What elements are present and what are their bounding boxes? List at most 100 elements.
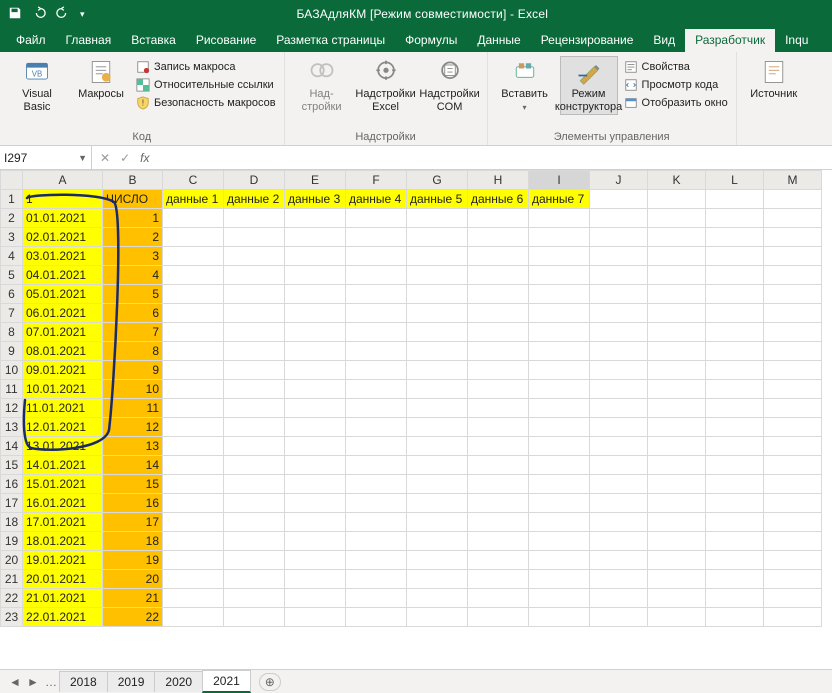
cell[interactable]: 02.01.2021 xyxy=(23,228,103,247)
cell[interactable] xyxy=(706,304,764,323)
cell[interactable] xyxy=(468,342,529,361)
worksheet-grid[interactable]: ABCDEFGHIJKLM11ЧИСЛОданные 1данные 2данн… xyxy=(0,170,832,669)
cell[interactable] xyxy=(163,342,224,361)
cell[interactable] xyxy=(590,513,648,532)
tab-home[interactable]: Главная xyxy=(56,29,122,52)
cell[interactable] xyxy=(529,266,590,285)
row-header[interactable]: 21 xyxy=(1,570,23,589)
row-header[interactable]: 14 xyxy=(1,437,23,456)
cell[interactable] xyxy=(407,437,468,456)
cell[interactable]: 19 xyxy=(103,551,163,570)
col-header-I[interactable]: I xyxy=(529,171,590,190)
sheet-list-button[interactable]: … xyxy=(42,675,60,689)
cell[interactable] xyxy=(764,589,822,608)
cell[interactable] xyxy=(590,190,648,209)
cell[interactable] xyxy=(590,456,648,475)
cell[interactable] xyxy=(346,342,407,361)
cell[interactable] xyxy=(529,475,590,494)
cell[interactable] xyxy=(468,266,529,285)
cell[interactable] xyxy=(764,475,822,494)
cell[interactable]: 08.01.2021 xyxy=(23,342,103,361)
cell[interactable] xyxy=(346,532,407,551)
cell[interactable] xyxy=(590,361,648,380)
cell[interactable] xyxy=(706,399,764,418)
row-header[interactable]: 20 xyxy=(1,551,23,570)
cell[interactable] xyxy=(224,304,285,323)
cell[interactable] xyxy=(468,513,529,532)
cell[interactable] xyxy=(163,456,224,475)
cell[interactable]: данные 7 xyxy=(529,190,590,209)
cell[interactable] xyxy=(285,399,346,418)
row-header[interactable]: 5 xyxy=(1,266,23,285)
cell[interactable] xyxy=(529,608,590,627)
sheet-tab-2020[interactable]: 2020 xyxy=(154,671,203,692)
cell[interactable] xyxy=(224,532,285,551)
cell[interactable] xyxy=(590,266,648,285)
cell[interactable] xyxy=(285,494,346,513)
cell[interactable] xyxy=(706,285,764,304)
cell[interactable] xyxy=(163,266,224,285)
cell[interactable] xyxy=(706,475,764,494)
chevron-down-icon[interactable]: ▼ xyxy=(78,153,87,163)
cell[interactable] xyxy=(529,494,590,513)
cell[interactable] xyxy=(590,285,648,304)
cell[interactable] xyxy=(706,608,764,627)
cell[interactable] xyxy=(468,304,529,323)
cell[interactable] xyxy=(163,304,224,323)
cell[interactable] xyxy=(346,323,407,342)
cell[interactable] xyxy=(468,323,529,342)
cell[interactable] xyxy=(590,494,648,513)
cell[interactable] xyxy=(529,551,590,570)
sheet-nav-next[interactable]: ► xyxy=(24,675,42,689)
cell[interactable] xyxy=(648,494,706,513)
cell[interactable]: 18 xyxy=(103,532,163,551)
cell[interactable] xyxy=(529,342,590,361)
cell[interactable] xyxy=(224,247,285,266)
cell[interactable] xyxy=(590,589,648,608)
cell[interactable] xyxy=(764,399,822,418)
cell[interactable] xyxy=(407,399,468,418)
cell[interactable] xyxy=(285,361,346,380)
qat-dropdown-icon[interactable]: ▾ xyxy=(80,9,85,20)
row-header[interactable]: 18 xyxy=(1,513,23,532)
properties-button[interactable]: Свойства xyxy=(624,58,728,76)
tab-developer[interactable]: Разработчик xyxy=(685,29,775,52)
cell[interactable] xyxy=(468,380,529,399)
cell[interactable] xyxy=(346,209,407,228)
cell[interactable]: 4 xyxy=(103,266,163,285)
cell[interactable] xyxy=(764,570,822,589)
cell[interactable] xyxy=(764,437,822,456)
cell[interactable]: 10 xyxy=(103,380,163,399)
relative-refs-button[interactable]: Относительные ссылки xyxy=(136,76,276,94)
cell[interactable] xyxy=(346,570,407,589)
cell[interactable]: данные 4 xyxy=(346,190,407,209)
cell[interactable] xyxy=(163,361,224,380)
cell[interactable]: 20.01.2021 xyxy=(23,570,103,589)
cell[interactable] xyxy=(163,589,224,608)
cell[interactable] xyxy=(407,209,468,228)
cell[interactable] xyxy=(163,513,224,532)
cell[interactable] xyxy=(529,532,590,551)
cell[interactable]: 17.01.2021 xyxy=(23,513,103,532)
cell[interactable] xyxy=(346,608,407,627)
cell[interactable] xyxy=(764,304,822,323)
row-header[interactable]: 7 xyxy=(1,304,23,323)
cell[interactable] xyxy=(224,589,285,608)
cell[interactable] xyxy=(346,361,407,380)
cell[interactable] xyxy=(706,342,764,361)
row-header[interactable]: 19 xyxy=(1,532,23,551)
cell[interactable]: данные 3 xyxy=(285,190,346,209)
cell[interactable]: 05.01.2021 xyxy=(23,285,103,304)
cell[interactable] xyxy=(706,551,764,570)
cell[interactable] xyxy=(706,418,764,437)
cell[interactable] xyxy=(706,209,764,228)
row-header[interactable]: 15 xyxy=(1,456,23,475)
cell[interactable]: 17 xyxy=(103,513,163,532)
cell[interactable] xyxy=(407,285,468,304)
cell[interactable] xyxy=(648,190,706,209)
cell[interactable] xyxy=(648,456,706,475)
cell[interactable]: 20 xyxy=(103,570,163,589)
cell[interactable] xyxy=(764,551,822,570)
cell[interactable] xyxy=(648,513,706,532)
cell[interactable] xyxy=(764,361,822,380)
